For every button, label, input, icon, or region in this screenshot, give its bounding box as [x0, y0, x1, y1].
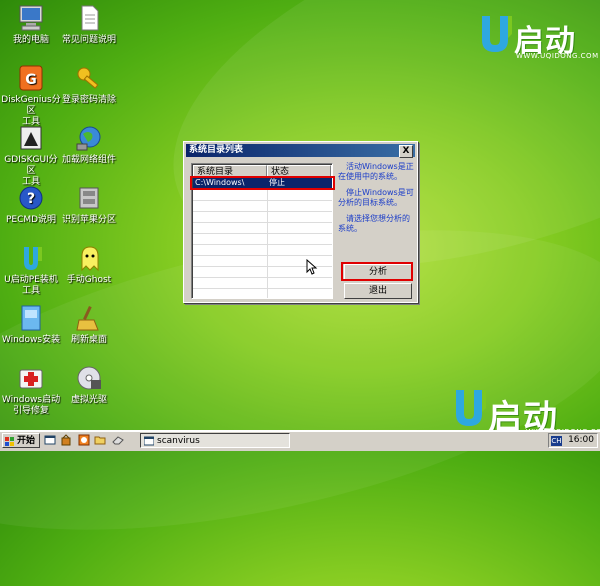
desktop-icon-boot-repair[interactable]: Windows启动 引导修复	[0, 364, 62, 417]
quicklaunch-folder-icon[interactable]	[94, 434, 106, 446]
quicklaunch-tools-icon[interactable]	[60, 434, 72, 446]
desktop-icon-virtual-drive[interactable]: 虚拟光驱	[58, 364, 120, 406]
key-icon	[74, 64, 104, 92]
quicklaunch-window-icon[interactable]	[44, 434, 56, 446]
desktop-icon-ghost[interactable]: 手动Ghost	[58, 244, 120, 286]
uqidong-logo-top: 启动 WWW.UQIDONG.COM	[478, 14, 598, 64]
document-icon	[74, 4, 104, 32]
taskbar: 开始 scanvirus CH 16:00	[0, 430, 600, 451]
diskgenius-icon: G	[16, 64, 46, 92]
dialog-titlebar[interactable]: 系统目录列表 X	[186, 144, 415, 158]
my-computer-icon	[16, 4, 46, 32]
language-indicator[interactable]: CH	[551, 436, 562, 446]
uqidong-u-icon	[482, 16, 512, 52]
task-button-scanvirus[interactable]: scanvirus	[140, 433, 290, 448]
svg-text:G: G	[25, 72, 37, 88]
desktop-icon-windows-install[interactable]: Windows安装	[0, 304, 62, 346]
column-divider	[267, 177, 268, 298]
row-status: 停止	[269, 178, 285, 187]
network-globe-icon	[74, 124, 104, 152]
windows-flag-icon	[5, 437, 14, 446]
table-row[interactable]: C:\Windows\ 停止	[193, 178, 332, 188]
row-directory: C:\Windows\	[195, 178, 245, 187]
quicklaunch-browser-icon[interactable]	[78, 434, 90, 446]
system-directory-dialog: 系统目录列表 X 系统目录 状态 C:\Windows\ 停止 活动Window…	[183, 141, 418, 303]
info-text: 活动Windows是正在使用中的系统。 停止Windows是可分析的目标系统。 …	[338, 162, 414, 240]
uqidong-logo-bottom: 启动 WWW.UQIDONG.COM	[452, 388, 600, 438]
help-icon: ?	[16, 184, 46, 212]
info-select: 请选择您想分析的系统。	[338, 214, 410, 233]
info-stopped: 停止Windows是可分析的目标系统。	[338, 188, 414, 207]
broom-icon	[74, 304, 104, 332]
desktop-icon-faq[interactable]: 常见问题说明	[58, 4, 120, 46]
windows-install-icon	[16, 304, 46, 332]
grid-line	[193, 233, 332, 234]
desktop-icon-pecmd[interactable]: ? PECMD说明	[0, 184, 62, 226]
desktop-icon-apple-partition[interactable]: 识别苹果分区	[58, 184, 120, 226]
analyze-button[interactable]: 分析	[344, 264, 412, 280]
clock[interactable]: 16:00	[568, 434, 594, 447]
task-label: scanvirus	[157, 436, 200, 446]
column-header-status[interactable]: 状态	[267, 165, 331, 177]
ghost-icon	[74, 244, 104, 272]
gdisk-icon	[16, 124, 46, 152]
quicklaunch-eraser-icon[interactable]	[112, 434, 124, 446]
grid-line	[193, 277, 332, 278]
grid-line	[193, 288, 332, 289]
info-active: 活动Windows是正在使用中的系统。	[338, 162, 414, 181]
scanvirus-icon	[144, 436, 154, 446]
system-directory-list[interactable]: 系统目录 状态 C:\Windows\ 停止	[191, 163, 333, 299]
desktop-icon-network[interactable]: 加载网络组件	[58, 124, 120, 166]
grid-line	[193, 255, 332, 256]
grid-line	[193, 189, 332, 190]
dialog-title: 系统目录列表	[189, 145, 244, 155]
grid-line	[193, 211, 332, 212]
desktop-icon-refresh[interactable]: 刷新桌面	[58, 304, 120, 346]
exit-button[interactable]: 退出	[344, 283, 412, 299]
close-button[interactable]: X	[399, 145, 413, 158]
uqidong-installer-icon	[16, 244, 46, 272]
desktop-icon-password-clear[interactable]: 登录密码清除	[58, 64, 120, 106]
desktop-icon-diskgenius[interactable]: G DiskGenius分区 工具	[0, 64, 62, 128]
svg-text:?: ?	[27, 191, 35, 207]
system-tray: CH 16:00	[548, 433, 598, 448]
apple-partition-icon	[74, 184, 104, 212]
grid-line	[193, 222, 332, 223]
mouse-cursor-icon	[306, 259, 318, 275]
start-button[interactable]: 开始	[2, 433, 40, 448]
grid-line	[193, 244, 332, 245]
logo-url: WWW.UQIDONG.COM	[516, 52, 599, 60]
uqidong-u-icon	[456, 390, 486, 426]
column-header-directory[interactable]: 系统目录	[193, 165, 267, 177]
start-label: 开始	[17, 436, 36, 446]
desktop-icon-gdiskgui[interactable]: GDISKGUI分区 工具	[0, 124, 62, 188]
desktop-icon-uqidong-installer[interactable]: U启动PE装机 工具	[0, 244, 62, 297]
grid-line	[193, 200, 332, 201]
boot-repair-icon	[16, 364, 46, 392]
desktop-icon-my-computer[interactable]: 我的电脑	[0, 4, 62, 46]
virtual-drive-icon	[74, 364, 104, 392]
